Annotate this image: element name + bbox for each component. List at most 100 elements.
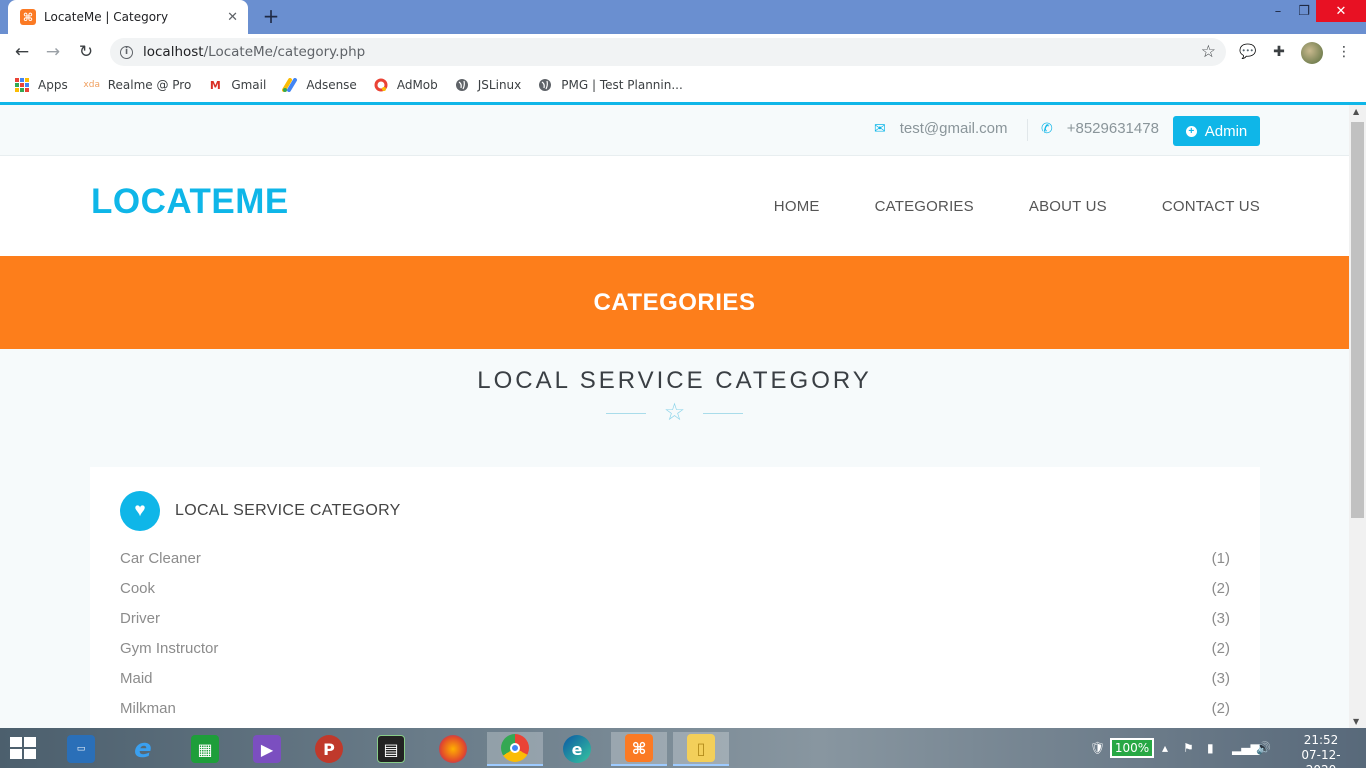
system-clock[interactable]: 21:52 07-12-2020: [1290, 733, 1352, 768]
list-item[interactable]: Cook (2): [120, 574, 1230, 604]
flag-icon[interactable]: ⚑: [1183, 728, 1194, 768]
card-title: LOCAL SERVICE CATEGORY: [175, 502, 401, 519]
adsense-icon: [282, 78, 298, 92]
tab-title: LocateMe | Category: [44, 10, 169, 24]
taskbar-this-pc[interactable]: ▭: [53, 732, 109, 766]
show-hidden-icons-icon[interactable]: ▴: [1162, 728, 1168, 768]
taskbar-store[interactable]: ▦: [177, 732, 233, 766]
apps-grid-icon: [14, 78, 30, 92]
taskbar-chrome[interactable]: [487, 732, 543, 766]
bookmark-label: Apps: [38, 78, 68, 92]
scroll-down-arrow-icon[interactable]: ▼: [1353, 717, 1359, 726]
extensions-icon[interactable]: ✚: [1269, 42, 1289, 62]
url-text[interactable]: localhost/LocateMe/category.php: [143, 44, 365, 60]
bookmark-realme[interactable]: xda Realme @ Pro: [83, 78, 191, 92]
bookmark-admob[interactable]: AdMob: [373, 78, 438, 92]
site-info-icon[interactable]: i: [120, 45, 133, 59]
category-card: ♥ LOCAL SERVICE CATEGORY Car Cleaner (1)…: [90, 467, 1260, 728]
nav-home[interactable]: HOME: [774, 198, 820, 215]
defender-icon[interactable]: 🛡: [1090, 728, 1105, 768]
page-banner: CATEGORIES: [0, 256, 1349, 349]
title-divider: ☆: [0, 401, 1349, 425]
new-tab-button[interactable]: +: [260, 6, 282, 28]
category-name[interactable]: Cook: [120, 574, 155, 604]
page-content: ✉ test@gmail.com ✆ +8529631478 + Admin L…: [0, 105, 1349, 728]
list-item[interactable]: Driver (3): [120, 604, 1230, 634]
xampp-favicon-icon: ⌘: [20, 9, 36, 25]
scroll-up-arrow-icon[interactable]: ▲: [1353, 107, 1359, 116]
category-name[interactable]: Driver: [120, 604, 160, 634]
close-tab-icon[interactable]: ✕: [227, 10, 238, 25]
taskbar-visual-studio[interactable]: ▶: [239, 732, 295, 766]
list-item[interactable]: Maid (3): [120, 664, 1230, 694]
scrollbar-thumb[interactable]: [1351, 122, 1364, 518]
globe-icon: [537, 78, 553, 92]
email-text: test@gmail.com: [899, 120, 1008, 137]
bookmark-label: JSLinux: [477, 78, 522, 92]
taskbar-file-explorer[interactable]: ▯: [673, 732, 729, 766]
gmail-icon: M: [209, 78, 221, 92]
main-navbar: LOCATEME HOME CATEGORIES ABOUT US CONTAC…: [0, 156, 1349, 256]
email-contact[interactable]: ✉ test@gmail.com: [874, 120, 1008, 137]
site-logo[interactable]: LOCATEME: [91, 182, 289, 222]
taskbar-edge[interactable]: e: [549, 732, 605, 766]
divider-line-right: [703, 412, 744, 414]
taskbar-firefox[interactable]: [425, 732, 481, 766]
category-name[interactable]: Maid: [120, 664, 153, 694]
windows-taskbar: ▭ e ▦ ▶ P ▤ e ⌘ ▯ 🛡 100% ▴ ⚑ ▮ ▂▄▆ 🔊 21:…: [0, 728, 1366, 768]
taskbar-psiphon[interactable]: P: [301, 732, 357, 766]
plus-circle-icon: +: [1185, 125, 1197, 137]
reload-icon[interactable]: ↻: [75, 41, 97, 63]
category-count: (1): [1211, 550, 1230, 567]
bookmark-pmg[interactable]: PMG | Test Plannin...: [537, 78, 683, 92]
battery-indicator[interactable]: 100%: [1110, 738, 1154, 758]
nav-about-us[interactable]: ABOUT US: [1029, 198, 1107, 215]
address-bar[interactable]: i localhost/LocateMe/category.php ☆: [110, 38, 1226, 66]
taskbar-internet-explorer[interactable]: e: [115, 732, 171, 766]
list-item[interactable]: Car Cleaner (1): [120, 544, 1230, 574]
volume-icon[interactable]: 🔊: [1256, 728, 1271, 768]
terminal-icon: ▤: [377, 735, 405, 763]
taskbar-xampp[interactable]: ⌘: [611, 732, 667, 766]
category-count: (2): [1211, 640, 1230, 657]
phone-contact[interactable]: ✆ +8529631478: [1041, 120, 1159, 137]
minimize-window-button[interactable]: –: [1266, 0, 1290, 22]
firefox-icon: [439, 735, 467, 763]
xampp-icon: ⌘: [625, 734, 653, 762]
forward-icon[interactable]: →: [42, 41, 64, 63]
folder-icon: ▯: [687, 734, 715, 762]
chat-icon[interactable]: 💬: [1238, 42, 1258, 62]
nav-categories[interactable]: CATEGORIES: [875, 198, 974, 215]
vertical-scrollbar[interactable]: ▲ ▼: [1349, 105, 1366, 728]
bookmark-adsense[interactable]: Adsense: [282, 78, 357, 92]
contact-divider: [1027, 119, 1028, 141]
nav-menu: HOME CATEGORIES ABOUT US CONTACT US: [719, 198, 1260, 215]
category-name[interactable]: Milkman: [120, 694, 176, 724]
bookmark-jslinux[interactable]: JSLinux: [454, 78, 522, 92]
divider-line-left: [605, 412, 646, 414]
nav-contact-us[interactable]: CONTACT US: [1162, 198, 1260, 215]
power-plug-icon[interactable]: ▮: [1207, 728, 1214, 768]
profile-avatar[interactable]: [1301, 42, 1323, 64]
menu-kebab-icon[interactable]: ⋮: [1334, 42, 1354, 62]
category-name[interactable]: Gym Instructor: [120, 634, 218, 664]
url-path: /LocateMe/category.php: [203, 44, 366, 60]
close-window-button[interactable]: ✕: [1316, 0, 1366, 22]
bookmark-gmail[interactable]: M Gmail: [207, 78, 267, 92]
bookmark-apps[interactable]: Apps: [14, 78, 68, 92]
category-count: (3): [1211, 610, 1230, 627]
admin-button[interactable]: + Admin: [1173, 116, 1260, 146]
browser-tabstrip: ⌘ LocateMe | Category ✕ + – ❐ ✕: [0, 0, 1366, 34]
list-item[interactable]: Milkman (2): [120, 694, 1230, 724]
taskbar-terminal[interactable]: ▤: [363, 732, 419, 766]
restore-window-button[interactable]: ❐: [1292, 0, 1316, 22]
browser-tab[interactable]: ⌘ LocateMe | Category ✕: [8, 0, 248, 34]
category-count: (2): [1211, 580, 1230, 597]
page-viewport: ✉ test@gmail.com ✆ +8529631478 + Admin L…: [0, 102, 1366, 728]
xda-icon: xda: [83, 80, 100, 90]
windows-start-icon[interactable]: [10, 737, 36, 759]
back-icon[interactable]: ←: [11, 41, 33, 63]
list-item[interactable]: Gym Instructor (2): [120, 634, 1230, 664]
category-name[interactable]: Car Cleaner: [120, 544, 201, 574]
bookmark-star-icon[interactable]: ☆: [1201, 42, 1216, 62]
